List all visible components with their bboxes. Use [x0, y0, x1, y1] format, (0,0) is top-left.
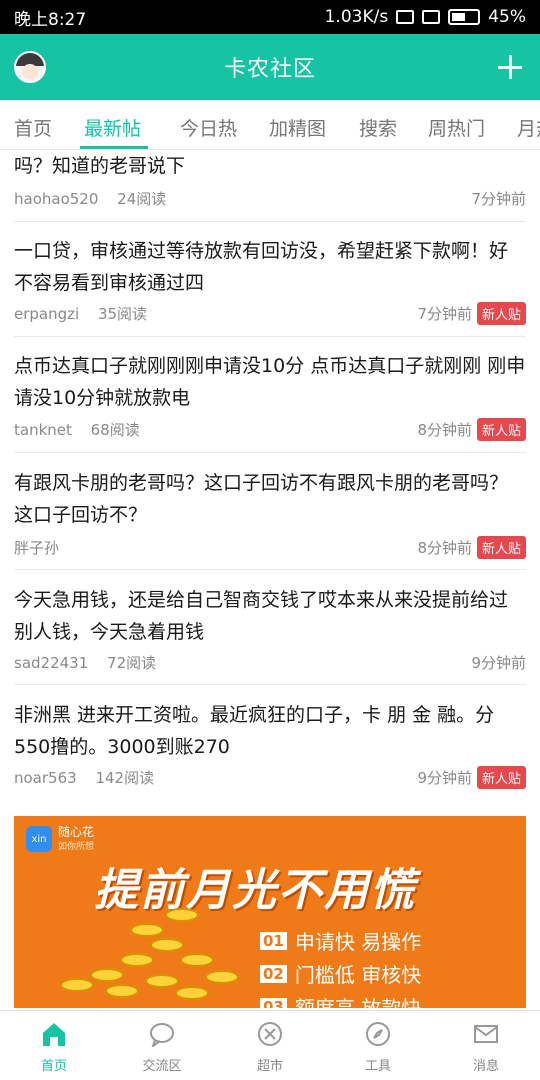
- post-author[interactable]: tanknet: [14, 421, 72, 439]
- ad-brand-slogan: 如你所想: [58, 842, 95, 852]
- status-time: 晚上8:27: [14, 9, 87, 30]
- list-item[interactable]: 非洲黑 进来开工资啦。最近疯狂的口子，卡 朋 金 融。分550撸的。3000到账…: [14, 685, 526, 802]
- post-title: 一口贷，审核通过等待放款有回访没，希望赶紧下款啊！好不容易看到审核通过四: [14, 240, 509, 294]
- ad-logo: xin 随心花 如你所想: [26, 826, 94, 852]
- battery-percent: 45%: [488, 7, 526, 27]
- tab-search[interactable]: 搜索: [359, 114, 397, 141]
- post-reads: 35阅读: [97, 305, 148, 323]
- list-item[interactable]: 一口贷，审核通过等待放款有回访没，希望赶紧下款啊！好不容易看到审核通过四 erp…: [14, 222, 526, 337]
- post-meta: noar563 142阅读: [14, 767, 154, 788]
- nav-label: 交流区: [142, 1059, 182, 1074]
- market-icon: [258, 1022, 282, 1046]
- list-item[interactable]: 点币达真口子就刚刚刚申请没10分 点币达真口子就刚刚 刚申请没10分钟就放款电 …: [14, 337, 526, 453]
- ad-features: 01 申请快 易操作 02 门槛低 审核快 03 额度高 放款快: [260, 924, 421, 1008]
- tab-indicator: [80, 146, 148, 149]
- post-time: 9分钟前: [417, 769, 472, 787]
- post-title: 有跟风卡朋的老哥吗？这口子回访不有跟风卡朋的老哥吗？这口子回访不？: [14, 472, 509, 526]
- chat-icon: [150, 1023, 174, 1047]
- post-time: 9分钟前: [471, 654, 526, 672]
- ad-feature: 01 申请快 易操作: [260, 924, 421, 957]
- post-meta: haohao520 24阅读: [14, 188, 166, 209]
- post-time: 8分钟前: [417, 539, 472, 557]
- nav-item-messages[interactable]: 消息: [432, 1011, 540, 1080]
- coins-illustration: [50, 898, 240, 1008]
- new-user-badge: 新人贴: [476, 536, 526, 559]
- post-time: 7分钟前: [471, 190, 526, 208]
- post-author[interactable]: erpangzi: [14, 305, 79, 323]
- bottom-nav: 首页 交流区 超市 工具 消息: [0, 1010, 540, 1080]
- post-reads: 142阅读: [95, 769, 155, 787]
- ad-banner[interactable]: xin 随心花 如你所想 提前月光不用慌 01 申请快 易操作 02 门槛低 审…: [14, 816, 526, 1008]
- list-item[interactable]: 今天急用钱，还是给自己智商交钱了哎本来从来没提前给过别人钱，今天急着用钱 sad…: [14, 570, 526, 685]
- status-indicators: 1.03K/s 45%: [325, 7, 526, 27]
- post-author[interactable]: 胖子孙: [14, 539, 59, 557]
- post-title: 点币达真口子就刚刚刚申请没10分 点币达真口子就刚刚 刚申请没10分钟就放款电: [14, 355, 526, 409]
- post-title: 今天急用钱，还是给自己智商交钱了哎本来从来没提前给过别人钱，今天急着用钱: [14, 589, 509, 643]
- nav-label: 消息: [472, 1059, 499, 1074]
- battery-icon: [448, 9, 481, 25]
- tab-latest[interactable]: 最新帖: [84, 114, 141, 141]
- ad-feature: 02 门槛低 审核快: [260, 957, 421, 990]
- nav-item-tools[interactable]: 工具: [324, 1011, 432, 1080]
- post-author[interactable]: haohao520: [14, 190, 98, 208]
- post-time: 8分钟前: [417, 421, 472, 439]
- nav-label: 首页: [40, 1059, 67, 1074]
- post-reads: 68阅读: [90, 421, 140, 439]
- mail-icon: [474, 1025, 498, 1043]
- post-meta: tanknet 68阅读: [14, 419, 140, 440]
- post-author[interactable]: sad22431: [14, 654, 88, 672]
- post-meta: 胖子孙: [14, 537, 73, 558]
- tab-weekly-hot[interactable]: 周热门: [428, 114, 485, 141]
- tab-home[interactable]: 首页: [14, 114, 52, 141]
- nav-item-market[interactable]: 超市: [216, 1011, 324, 1080]
- compass-icon: [366, 1022, 390, 1046]
- new-user-badge: 新人贴: [476, 766, 526, 789]
- avatar[interactable]: [14, 51, 46, 83]
- new-user-badge: 新人贴: [476, 418, 526, 441]
- signal-icon: [396, 10, 415, 24]
- wifi-icon: [422, 10, 441, 24]
- new-user-badge: 新人贴: [476, 302, 526, 325]
- add-post-button[interactable]: [494, 51, 526, 83]
- post-reads: 24阅读: [117, 190, 167, 208]
- nav-item-forum[interactable]: 交流区: [108, 1011, 216, 1080]
- post-meta: erpangzi 35阅读: [14, 303, 147, 324]
- network-speed: 1.03K/s: [324, 7, 389, 27]
- post-time: 7分钟前: [417, 305, 472, 323]
- tab-featured[interactable]: 加精图: [269, 114, 326, 141]
- list-item[interactable]: 吗？知道的老哥说下 haohao520 24阅读 7分钟前: [14, 150, 526, 222]
- status-bar: 晚上8:27 1.03K/s 45%: [0, 0, 540, 34]
- home-icon: [43, 1023, 65, 1046]
- list-item[interactable]: 有跟风卡朋的老哥吗？这口子回访不有跟风卡朋的老哥吗？这口子回访不？ 胖子孙 8分…: [14, 453, 526, 570]
- ad-logo-mark: xin: [26, 826, 52, 852]
- tab-monthly-hot[interactable]: 月热: [517, 114, 540, 141]
- nav-label: 工具: [364, 1059, 391, 1074]
- category-tabs: 首页 最新帖 今日热 加精图 搜索 周热门 月热: [0, 100, 540, 150]
- post-title: 吗？知道的老哥说下: [14, 155, 186, 177]
- nav-item-home[interactable]: 首页: [0, 1011, 108, 1080]
- post-reads: 72阅读: [107, 654, 157, 672]
- ad-brand-name: 随心花: [58, 825, 95, 839]
- nav-label: 超市: [256, 1059, 283, 1074]
- post-author[interactable]: noar563: [14, 769, 77, 787]
- app-header: 卡农社区: [0, 34, 540, 100]
- tab-today-hot[interactable]: 今日热: [180, 114, 237, 141]
- app-title: 卡农社区: [223, 57, 316, 82]
- post-meta: sad22431 72阅读: [14, 652, 156, 673]
- post-title: 非洲黑 进来开工资啦。最近疯狂的口子，卡 朋 金 融。分550撸的。3000到账…: [14, 704, 495, 758]
- ad-feature: 03 额度高 放款快: [260, 990, 421, 1008]
